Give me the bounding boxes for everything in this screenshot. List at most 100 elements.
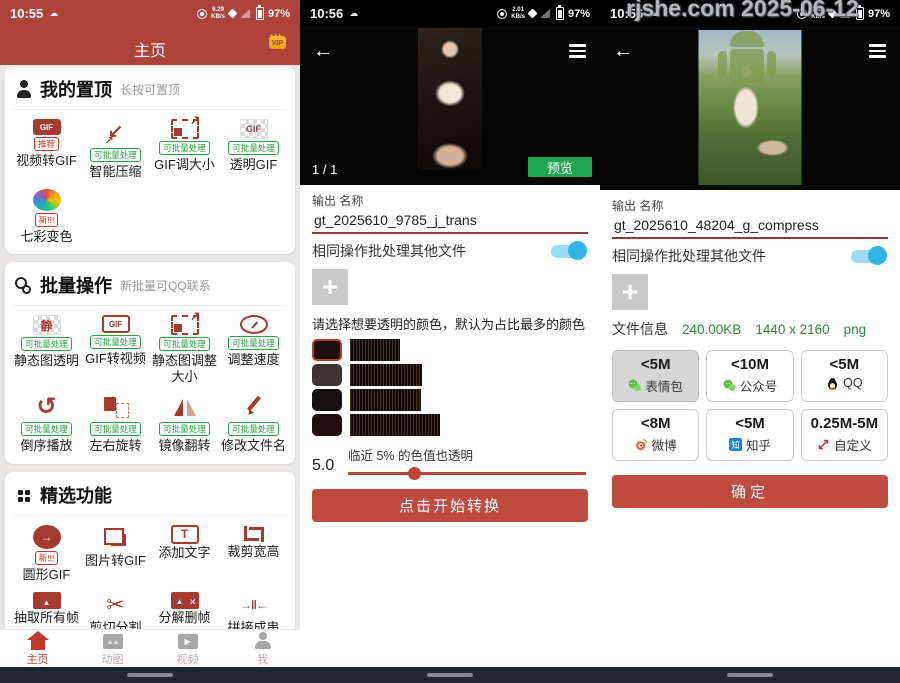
feature-item[interactable]: 分解删帧 xyxy=(151,592,218,629)
person-icon xyxy=(252,631,274,650)
vip-badge[interactable]: VIP xyxy=(269,36,286,49)
output-name-label: 输出 名称 xyxy=(612,197,888,214)
photos-icon xyxy=(102,525,130,552)
output-name-input[interactable]: gt_2025610_9785_j_trans xyxy=(312,209,588,234)
gesture-pill[interactable] xyxy=(127,673,173,677)
back-arrow-icon[interactable]: ← xyxy=(313,41,333,61)
svg-text:知: 知 xyxy=(731,440,740,450)
feature-item[interactable]: 抽取所有帧 xyxy=(13,592,80,629)
wechat-icon xyxy=(628,379,641,392)
size-option-1[interactable]: <10M公众号 xyxy=(706,350,793,402)
feature-item[interactable]: 剪切分割 xyxy=(82,592,149,629)
badge: 新!!! xyxy=(35,551,59,565)
size-option-3[interactable]: <8M微博 xyxy=(612,409,699,461)
batch-section-card: 批量操作 新批量可QQ联系 可批量处理静态图透明可批量处理GIF转视频可批量处理… xyxy=(5,262,295,464)
size-option-0[interactable]: <5M表情包 xyxy=(612,350,699,402)
feature-item[interactable]: 裁剪宽高 xyxy=(220,525,287,583)
section-hint: 长按可置顶 xyxy=(120,81,180,98)
tab-video[interactable]: 视频 xyxy=(150,630,225,667)
color-row[interactable] xyxy=(312,364,588,386)
confirm-button[interactable]: 确定 xyxy=(612,475,888,508)
tab-person[interactable]: 我 xyxy=(225,630,300,667)
status-bar: 10:55 ☁ 6.29KB/s 97% xyxy=(0,0,300,27)
feature-item[interactable]: 可批量处理透明GIF xyxy=(220,119,287,180)
battery-percent: 97% xyxy=(868,8,890,20)
feature-item[interactable]: 可批量处理GIF调大小 xyxy=(151,119,218,180)
size-option-2[interactable]: <5MQQ xyxy=(801,350,888,402)
feature-grid: 可批量处理静态图透明可批量处理GIF转视频可批量处理静态图调整大小可批量处理调整… xyxy=(13,315,287,454)
platform-name: 微博 xyxy=(652,435,677,454)
size-option-4[interactable]: <5M知知乎 xyxy=(706,409,793,461)
home-screen: 10:55 ☁ 6.29KB/s 97% 主页 VIP 我的置顶 长按可置顶 xyxy=(0,0,300,683)
preview-button[interactable]: 预览 xyxy=(528,157,592,177)
back-arrow-icon[interactable]: ← xyxy=(613,41,633,61)
color-swatch[interactable] xyxy=(312,364,342,386)
add-files-button[interactable]: + xyxy=(612,274,648,310)
feature-item[interactable]: 可批量处理静态图透明 xyxy=(13,315,80,384)
tolerance-value: 5.0 xyxy=(312,445,348,475)
color-swatch[interactable] xyxy=(312,339,342,361)
color-row[interactable] xyxy=(312,414,588,436)
tab-label: 我 xyxy=(257,651,268,667)
feature-item[interactable]: 可批量处理静态图调整大小 xyxy=(151,315,218,384)
circle-gif-icon xyxy=(33,525,61,549)
batch-toggle[interactable] xyxy=(851,250,884,263)
platform-row: 自定义 xyxy=(802,435,887,454)
weibo-icon xyxy=(635,438,648,451)
size-option-5[interactable]: 0.25M-5M自定义 xyxy=(801,409,888,461)
color-swatch[interactable] xyxy=(312,389,342,411)
reverse-clock-icon xyxy=(33,393,61,420)
home-body: 我的置顶 长按可置顶 推荐视频转GIF可批量处理智能压缩可批量处理GIF调大小可… xyxy=(0,65,300,629)
feature-item[interactable]: 可批量处理修改文件名 xyxy=(220,393,287,454)
feature-label: 倒序播放 xyxy=(20,438,72,454)
compress-arrows-icon xyxy=(102,119,130,146)
color-row[interactable] xyxy=(312,339,588,361)
hamburger-menu-icon[interactable] xyxy=(869,44,886,61)
file-info-label: 文件信息 xyxy=(612,319,668,339)
feature-item[interactable]: 推荐视频转GIF xyxy=(13,119,80,180)
badge: 可批量处理 xyxy=(90,148,141,162)
feature-item[interactable]: 新!!!圆形GIF xyxy=(13,525,80,583)
section-title: 批量操作 xyxy=(40,272,112,298)
feature-label: 镜像翻转 xyxy=(158,438,210,454)
status-bar: 10:56 ☁ 2.01KB/s 97% xyxy=(300,0,600,27)
hamburger-menu-icon[interactable] xyxy=(569,44,586,61)
platform-row: 微博 xyxy=(613,435,698,454)
batch-toggle[interactable] xyxy=(551,245,584,258)
bottom-nav: 主页动图视频 我 xyxy=(0,629,300,667)
custom-icon xyxy=(817,438,830,451)
gesture-pill[interactable] xyxy=(427,673,473,677)
feature-item[interactable]: 可批量处理镜像翻转 xyxy=(151,393,218,454)
feature-item[interactable]: 添加文字 xyxy=(151,525,218,583)
color-frequency-bar xyxy=(350,389,421,411)
start-convert-button[interactable]: 点击开始转换 xyxy=(312,489,588,522)
tab-home[interactable]: 主页 xyxy=(0,630,75,667)
feature-item[interactable]: 图片转GIF xyxy=(82,525,149,583)
color-row[interactable] xyxy=(312,389,588,411)
feature-item[interactable]: 新!!!七彩变色 xyxy=(13,189,80,245)
feature-item[interactable]: 可批量处理智能压缩 xyxy=(82,119,149,180)
feature-item[interactable]: 可批量处理左右旋转 xyxy=(82,393,149,454)
compress-form: 输出 名称 gt_2025610_48204_g_compress 相同操作批处… xyxy=(600,190,900,508)
feature-label: 抽取所有帧 xyxy=(14,610,79,626)
feature-label: 修改文件名 xyxy=(221,438,286,454)
add-files-button[interactable]: + xyxy=(312,269,348,305)
feature-item[interactable]: 拼接成串 xyxy=(220,592,287,629)
four-squares-icon xyxy=(15,486,33,504)
feature-item[interactable]: 可批量处理GIF转视频 xyxy=(82,315,149,384)
feature-item[interactable]: 可批量处理调整速度 xyxy=(220,315,287,384)
tab-gallery[interactable]: 动图 xyxy=(75,630,150,667)
slider-thumb[interactable] xyxy=(408,467,421,480)
resize-arrow-icon xyxy=(171,119,199,139)
platform-row: 公众号 xyxy=(707,376,792,395)
tab-label: 视频 xyxy=(177,651,199,667)
color-swatch[interactable] xyxy=(312,414,342,436)
badge: 新!!! xyxy=(35,213,59,227)
tolerance-hint: 临近 5% 的色值也透明 xyxy=(348,445,588,464)
output-name-input[interactable]: gt_2025610_48204_g_compress xyxy=(612,214,888,239)
feature-label: 拼接成串 xyxy=(227,620,279,629)
badge: 推荐 xyxy=(34,137,59,151)
gesture-pill[interactable] xyxy=(727,673,773,677)
tolerance-slider[interactable] xyxy=(348,472,586,475)
feature-item[interactable]: 可批量处理倒序播放 xyxy=(13,393,80,454)
